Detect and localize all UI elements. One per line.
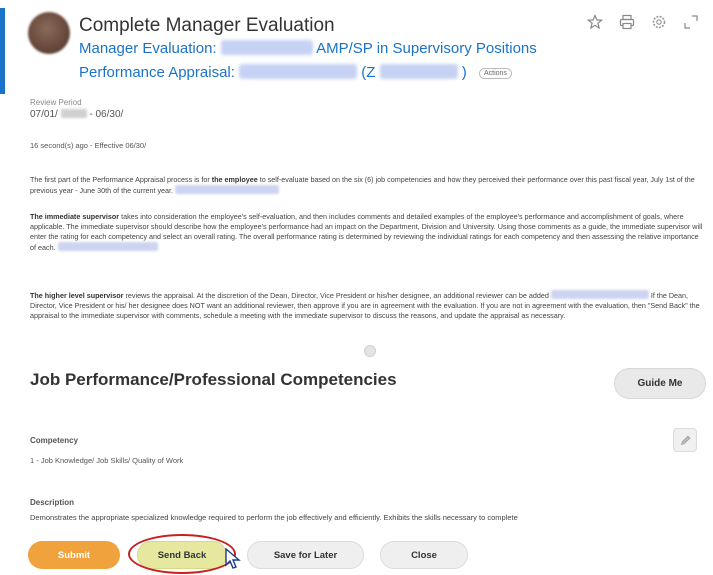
paragraph-bold: The immediate supervisor (30, 212, 120, 221)
instructions-paragraph-1: The first part of the Performance Apprai… (30, 175, 705, 196)
paragraph-bold: the employee (211, 175, 258, 184)
time-ago: 16 second(s) ago (30, 141, 88, 150)
pencil-icon (680, 435, 690, 445)
paragraph-text: reviews the appraisal. At the discretion… (123, 291, 549, 300)
header-toolbar (586, 13, 699, 30)
page-title: Complete Manager Evaluation (79, 15, 335, 36)
redacted-text (60, 109, 87, 118)
competency-label: Competency (30, 436, 79, 445)
redacted-text (57, 242, 158, 251)
mouse-cursor-icon (225, 548, 241, 569)
avatar (28, 12, 70, 54)
guide-me-button[interactable]: Guide Me (614, 368, 706, 399)
close-button[interactable]: Close (380, 541, 468, 569)
review-period-start: 07/01/ (30, 109, 58, 120)
manager-evaluation-link[interactable]: Manager Evaluation: AMP/SP in Supervisor… (79, 40, 537, 57)
performance-appraisal-id-open: (Z (361, 64, 376, 81)
submit-button[interactable]: Submit (28, 541, 120, 569)
instructions-paragraph-3: The higher level supervisor reviews the … (30, 290, 705, 321)
redacted-text (220, 40, 313, 55)
star-icon[interactable] (586, 13, 604, 30)
edit-button[interactable] (673, 428, 697, 452)
collapse-handle[interactable] (364, 345, 376, 357)
gear-icon[interactable] (651, 14, 667, 30)
description-label: Description (30, 498, 75, 507)
manager-evaluation-suffix: AMP/SP in Supervisory Positions (316, 40, 537, 57)
print-icon[interactable] (619, 14, 635, 30)
paragraph-bold: The higher level supervisor (30, 291, 124, 300)
instructions-paragraph-2: The immediate supervisor takes into cons… (30, 212, 705, 253)
redacted-text (550, 290, 649, 299)
send-back-button[interactable]: Send Back (137, 541, 227, 569)
review-period-value: 07/01/ - 06/30/ (30, 109, 123, 120)
expand-icon[interactable] (683, 14, 699, 30)
redacted-text (379, 64, 458, 79)
performance-appraisal-id-close: ) (461, 64, 467, 81)
performance-appraisal-link[interactable]: Performance Appraisal: (Z ) Actions (79, 64, 512, 81)
effective-date: - Effective 06/30/ (90, 141, 147, 150)
left-edge-accent (0, 8, 5, 94)
competency-value: 1 - Job Knowledge/ Job Skills/ Quality o… (30, 456, 184, 465)
review-period-label: Review Period (30, 98, 82, 107)
review-period-end: - 06/30/ (89, 109, 124, 120)
redacted-text (239, 64, 358, 79)
actions-button[interactable]: Actions (478, 68, 512, 79)
manager-evaluation-prefix: Manager Evaluation: (79, 40, 217, 57)
paragraph-text: The first part of the Performance Apprai… (30, 175, 212, 184)
save-for-later-button[interactable]: Save for Later (247, 541, 364, 569)
timestamp-line: 16 second(s) ago - Effective 06/30/ (30, 141, 146, 150)
redacted-text (175, 185, 280, 194)
performance-appraisal-prefix: Performance Appraisal: (79, 64, 235, 81)
section-title: Job Performance/Professional Competencie… (30, 370, 397, 389)
